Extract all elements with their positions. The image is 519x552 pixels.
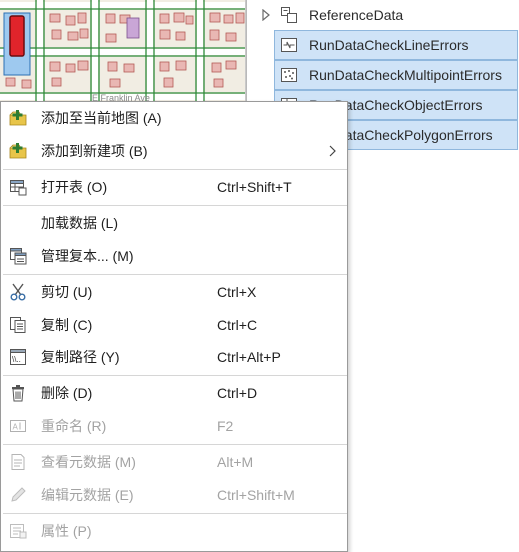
menu-item-shortcut: Ctrl+C bbox=[217, 317, 258, 333]
map-canvas: E Franklin Ave bbox=[0, 0, 245, 104]
add-to-map-icon bbox=[9, 110, 27, 126]
menu-item-label: 加载数据 (L) bbox=[41, 215, 118, 231]
feature-dataset-icon bbox=[281, 7, 297, 23]
menu-item-add-to-new[interactable]: 添加到新建项 (B) bbox=[1, 135, 347, 167]
line-feature-class-icon bbox=[281, 38, 297, 52]
menu-item-shortcut: F2 bbox=[217, 418, 234, 434]
menu-item-delete[interactable]: 删除 (D) Ctrl+D bbox=[1, 377, 347, 409]
chevron-right-icon bbox=[329, 145, 336, 157]
menu-item-label: 删除 (D) bbox=[41, 385, 93, 401]
menu-separator bbox=[3, 274, 347, 275]
menu-item-load-data[interactable]: 加载数据 (L) bbox=[1, 207, 347, 239]
menu-item-label: 管理复本... (M) bbox=[41, 248, 134, 264]
menu-item-add-to-map[interactable]: 添加至当前地图 (A) bbox=[1, 102, 347, 134]
menu-item-label: 重命名 (R) bbox=[41, 418, 107, 434]
menu-separator bbox=[3, 375, 347, 376]
tree-item-line-errors[interactable]: RunDataCheckLineErrors bbox=[247, 30, 519, 60]
menu-item-shortcut: Ctrl+Shift+M bbox=[217, 487, 295, 503]
tree-item-referencedata[interactable]: ReferenceData bbox=[247, 0, 519, 30]
menu-item-properties: 属性 (P) bbox=[1, 515, 347, 547]
menu-item-copy-path[interactable]: \\.. 复制路径 (Y) Ctrl+Alt+P bbox=[1, 341, 347, 373]
multipoint-feature-class-icon bbox=[281, 68, 297, 82]
menu-separator bbox=[3, 444, 347, 445]
pencil-icon bbox=[11, 487, 26, 502]
menu-separator bbox=[3, 513, 347, 514]
tree-item-label: RunDataCheckLineErrors bbox=[309, 37, 469, 53]
copy-icon bbox=[10, 317, 26, 333]
properties-icon bbox=[10, 524, 27, 539]
tree-item-label: ReferenceData bbox=[309, 7, 404, 23]
svg-text:\\..: \\.. bbox=[12, 355, 21, 364]
menu-separator bbox=[3, 205, 347, 206]
menu-item-label: 打开表 (O) bbox=[41, 179, 108, 195]
open-table-icon bbox=[10, 180, 27, 196]
menu-item-label: 编辑元数据 (E) bbox=[41, 487, 134, 503]
menu-item-label: 属性 (P) bbox=[41, 523, 92, 539]
tree-item-multipoint-errors[interactable]: RunDataCheckMultipointErrors bbox=[247, 60, 519, 90]
copy-path-icon: \\.. bbox=[10, 349, 26, 365]
menu-item-copy[interactable]: 复制 (C) Ctrl+C bbox=[1, 309, 347, 341]
menu-item-shortcut: Ctrl+Shift+T bbox=[217, 179, 292, 195]
view-metadata-icon bbox=[11, 454, 25, 470]
menu-item-view-metadata: 查看元数据 (M) Alt+M bbox=[1, 446, 347, 478]
menu-item-open-table[interactable]: 打开表 (O) Ctrl+Shift+T bbox=[1, 171, 347, 203]
rename-icon: A bbox=[10, 420, 26, 432]
map-view[interactable]: E Franklin Ave bbox=[0, 0, 246, 104]
menu-item-cut[interactable]: 剪切 (U) Ctrl+X bbox=[1, 276, 347, 308]
menu-item-label: 查看元数据 (M) bbox=[41, 454, 136, 470]
context-menu: 添加至当前地图 (A) 添加到新建项 (B) 打开表 (O) Ctrl+Shif… bbox=[0, 101, 348, 552]
menu-item-edit-metadata: 编辑元数据 (E) Ctrl+Shift+M bbox=[1, 479, 347, 511]
menu-item-label: 添加至当前地图 (A) bbox=[41, 110, 162, 126]
menu-item-shortcut: Ctrl+Alt+P bbox=[217, 349, 281, 365]
add-to-new-icon bbox=[9, 143, 27, 159]
menu-item-label: 添加到新建项 (B) bbox=[41, 143, 148, 159]
menu-item-shortcut: Ctrl+X bbox=[217, 284, 257, 300]
cut-icon bbox=[10, 283, 26, 301]
menu-item-manage-replicas[interactable]: 管理复本... (M) bbox=[1, 240, 347, 272]
svg-text:A: A bbox=[13, 423, 19, 432]
expand-arrow-icon[interactable] bbox=[261, 9, 271, 21]
tree-item-label: RunDataCheckMultipointErrors bbox=[309, 67, 502, 83]
menu-item-rename: A 重命名 (R) F2 bbox=[1, 410, 347, 442]
manage-replicas-icon bbox=[10, 248, 27, 265]
menu-item-shortcut: Alt+M bbox=[217, 454, 254, 470]
menu-item-label: 复制 (C) bbox=[41, 317, 93, 333]
menu-item-shortcut: Ctrl+D bbox=[217, 385, 258, 401]
delete-icon bbox=[12, 385, 24, 402]
menu-item-label: 剪切 (U) bbox=[41, 284, 93, 300]
menu-item-label: 复制路径 (Y) bbox=[41, 349, 120, 365]
menu-separator bbox=[3, 169, 347, 170]
